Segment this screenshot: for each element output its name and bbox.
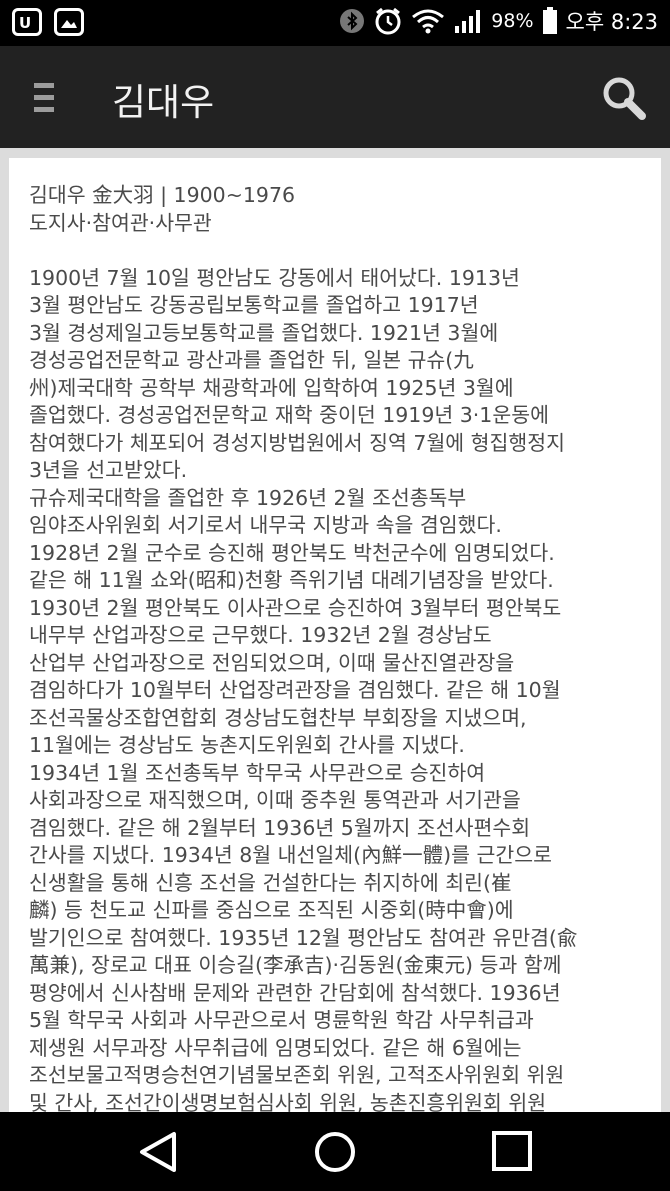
app-bar: 김대우: [0, 46, 670, 148]
article-line: 겸임하다가 10월부터 산업장려관장을 겸임했다. 같은 해 10월: [29, 678, 561, 702]
article-line: 참여했다가 체포되어 경성지방법원에서 징역 7월에 형집행정지: [29, 430, 565, 455]
image-icon: [54, 8, 84, 36]
article-line: 萬兼), 장로교 대표 이승길(李承吉)·김동원(金東元) 등과 함께: [29, 953, 562, 977]
article-line: 11월에는 경상남도 농촌지도위원회 간사를 지냈다.: [29, 733, 465, 757]
search-icon[interactable]: [600, 74, 648, 122]
article-line: 1928년 2월 군수로 승진해 평안북도 박천군수에 임명되었다.: [29, 540, 555, 565]
article-line: 같은 해 11월 쇼와(昭和)천황 즉위기념 대례기념장을 받았다.: [29, 568, 554, 592]
article-line: 3월 평안남도 강동공립보통학교를 졸업하고 1917년: [29, 293, 479, 317]
article-line: 김대우 金大羽 | 1900~1976: [29, 183, 296, 207]
article-line: 3월 경성제일고등보통학교를 졸업했다. 1921년 3월에: [29, 320, 499, 345]
article-line: 졸업했다. 경성공업전문학교 재학 중이던 1919년 3·1운동에: [29, 403, 549, 427]
article-line: 3년을 선고받았다.: [29, 458, 188, 482]
article-card[interactable]: 김대우 金大羽 | 1900~1976 도지사·참여관·사무관 1900년 7월 1…: [9, 158, 661, 1112]
recents-icon[interactable]: [488, 1130, 536, 1174]
article-line: 제생원 서무과장 사무취급에 임명되었다. 같은 해 6월에는: [29, 1035, 522, 1060]
menu-icon[interactable]: [34, 83, 58, 113]
article-line: 1930년 2월 평안북도 이사관으로 승진하여 3월부터 평안북도: [29, 595, 562, 620]
article-line: 신생활을 통해 신흥 조선을 건설한다는 취지하에 최린(崔: [29, 870, 512, 895]
u-plus-icon: U: [12, 8, 42, 36]
article-line: 1934년 1월 조선총독부 학무국 사무관으로 승진하여: [29, 760, 486, 785]
article-line: 州)제국대학 공학부 채광학과에 입학하여 1925년 3월에: [29, 375, 514, 400]
article-line: 1900년 7월 10일 평안남도 강동에서 태어났다. 1913년: [29, 265, 520, 290]
article-line: 5월 학무국 사회과 사무관으로서 명륜학원 학감 사무취급과: [29, 1008, 534, 1032]
navigation-bar: [0, 1112, 670, 1191]
article-line: 산업부 산업과장으로 전임되었으며, 이때 물산진열관장을: [29, 650, 515, 675]
article-line: 임야조사위원회 서기로서 내무국 지방과 속을 겸임했다.: [29, 513, 502, 537]
article-line: 겸임했다. 같은 해 2월부터 1936년 5월까지 조선사편수회: [29, 815, 531, 840]
bluetooth-icon: [340, 9, 365, 33]
svg-text:U: U: [19, 14, 31, 30]
alarm-icon: [375, 7, 401, 35]
article-line: 규슈제국대학을 졸업한 후 1926년 2월 조선총독부: [29, 485, 467, 510]
status-bar: U 98% 오후 8:23: [0, 0, 670, 46]
status-time: 오후 8:23: [565, 10, 658, 34]
article-line: 사회과장으로 재직했으며, 이때 중추원 통역관과 서기관을: [29, 788, 521, 812]
home-icon[interactable]: [311, 1130, 359, 1174]
battery-icon: [542, 7, 557, 34]
article-line: 평양에서 신사참배 문제와 관련한 간담회에 참석했다. 1936년: [29, 980, 561, 1005]
article-line: 麟) 등 천도교 신파를 중심으로 조직된 시중회(時中會)에: [29, 898, 514, 922]
status-left-icons: U: [12, 8, 84, 36]
article-line: 도지사·참여관·사무관: [29, 210, 212, 235]
wifi-icon: [412, 9, 445, 34]
content-area: 김대우 金大羽 | 1900~1976 도지사·참여관·사무관 1900년 7월 1…: [0, 148, 670, 1112]
article-line: 조선보물고적명승천연기념물보존회 위원, 고적조사위원회 위원: [29, 1063, 565, 1087]
status-right-icons: 98% 오후 8:23: [339, 6, 658, 36]
article-line: 조선곡물상조합연합회 경상남도협찬부 부회장을 지냈으며,: [29, 705, 527, 730]
article-line: 간사를 지냈다. 1934년 8월 내선일체(內鮮一體)를 근간으로: [29, 843, 552, 867]
back-icon[interactable]: [136, 1130, 184, 1174]
article-line: 및 간사, 조선간이생명보험심사회 위원, 농촌진흥위원회 위원: [29, 1090, 547, 1113]
article-line: 경성공업전문학교 광산과를 졸업한 뒤, 일본 규슈(九: [29, 348, 474, 372]
page-title: 김대우: [112, 81, 215, 124]
article-line: 발기인으로 참여했다. 1935년 12월 평안남도 참여관 유만겸(兪: [29, 925, 578, 950]
article-body: 김대우 金大羽 | 1900~1976 도지사·참여관·사무관 1900년 7월 1…: [29, 182, 649, 1112]
article-line: 내무부 산업과장으로 근무했다. 1932년 2월 경상남도: [29, 623, 492, 647]
signal-icon: [455, 10, 481, 33]
battery-percent: 98%: [491, 10, 534, 32]
